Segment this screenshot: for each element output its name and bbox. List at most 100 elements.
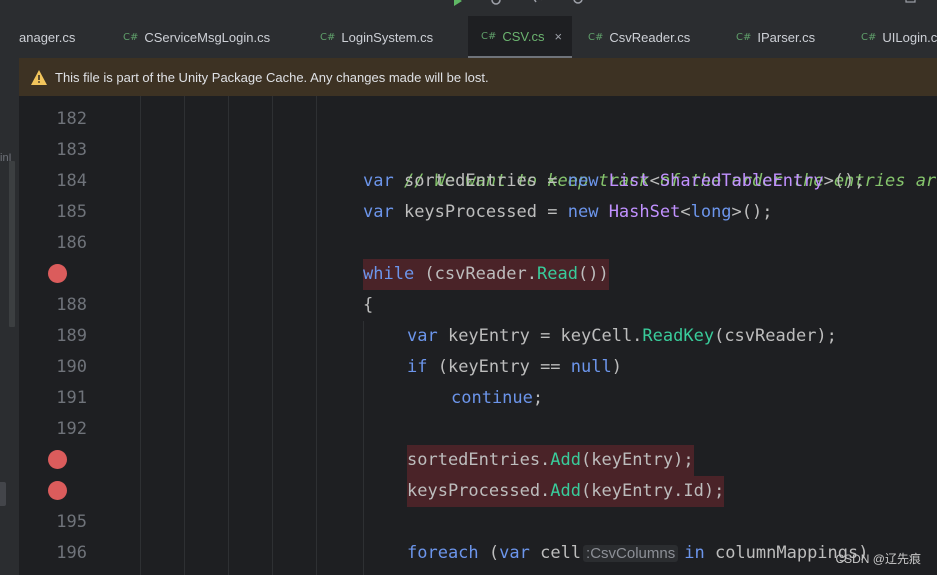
code-text: (csvReader. (414, 264, 538, 284)
line-number: 189 (56, 326, 87, 346)
warning-icon (31, 69, 47, 85)
code-line-190: if (keyEntry == null) (407, 352, 622, 383)
tab-label: UILogin.cs (882, 29, 937, 45)
csharp-file-icon: C# (861, 31, 877, 43)
code-keyword: var (363, 171, 394, 191)
code-editor[interactable]: 182 183 184 185 186 188 189 190 191 192 … (19, 96, 937, 575)
code-type: List (608, 171, 650, 191)
attach-icon[interactable] (530, 0, 542, 6)
code-text: (keyEntry.Id); (581, 481, 725, 501)
code-text: >(); (823, 171, 865, 191)
code-keyword: var (407, 326, 438, 346)
run-icon[interactable] (452, 0, 464, 6)
tab-cservicemsglogin[interactable]: C# CServiceMsgLogin.cs (123, 16, 270, 58)
code-line-189: var keyEntry = keyCell.ReadKey(csvReader… (407, 321, 837, 352)
code-text: { (363, 295, 374, 315)
code-keyword: while (363, 264, 415, 284)
code-text: < (680, 202, 691, 222)
code-line-184: var sortedEntries = new List<SharedTable… (363, 166, 865, 197)
code-method: Read (537, 264, 578, 284)
code-line-196: foreach (var cell:CsvColumns in columnMap… (407, 538, 868, 569)
code-text: ()) (577, 264, 609, 284)
csharp-file-icon: C# (736, 31, 752, 43)
indent-guide (228, 96, 229, 575)
code-text: sortedEntries = (393, 171, 568, 191)
tab-label: CsvReader.cs (609, 29, 691, 45)
tab-uilogin[interactable]: C# UILogin.cs (861, 16, 937, 58)
code-text: keysProcessed. (407, 481, 551, 501)
tab-label: CSV.cs (502, 28, 545, 44)
csharp-file-icon: C# (123, 31, 139, 43)
csharp-file-icon: C# (481, 30, 497, 42)
left-strip-handle[interactable] (0, 482, 6, 506)
line-number: 182 (56, 109, 87, 129)
code-text: ; (532, 388, 544, 408)
code-text: ) (611, 357, 622, 377)
tab-label: CServiceMsgLogin.cs (144, 29, 271, 45)
code-text: ( (478, 543, 500, 563)
code-keyword: continue (451, 388, 533, 408)
code-keyword: new (567, 202, 599, 222)
code-line-188: { (363, 290, 373, 321)
code-text: >(); (731, 202, 773, 222)
line-number: 191 (56, 388, 87, 408)
line-number: 185 (56, 202, 87, 222)
code-line-183: // We want to keep track of the order th… (363, 135, 937, 191)
indent-guide (140, 96, 141, 575)
line-gutter[interactable]: 182 183 184 185 186 188 189 190 191 192 … (19, 96, 111, 575)
breakpoint-icon[interactable] (48, 264, 67, 283)
line-number: 192 (56, 419, 87, 439)
stop-icon[interactable] (572, 0, 584, 6)
code-text: < (649, 171, 660, 191)
code-keyword: new (567, 171, 599, 191)
code-text: keysProcessed = (393, 202, 568, 222)
code-line-187-breakpoint: while (csvReader.Read()) (363, 259, 609, 290)
tab-label: IParser.cs (757, 29, 816, 45)
csharp-file-icon: C# (320, 31, 336, 43)
top-toolbar (0, 0, 937, 16)
breakpoint-icon[interactable] (48, 481, 67, 500)
line-number: 184 (56, 171, 87, 191)
tab-loginsystem[interactable]: C# LoginSystem.cs (320, 16, 433, 58)
code-text: (csvReader); (714, 326, 837, 346)
indent-guide (316, 96, 317, 575)
code-keyword: foreach (407, 543, 479, 563)
banner-text: This file is part of the Unity Package C… (55, 69, 489, 85)
code-method: ReadKey (642, 326, 715, 346)
editor-tabs: anager.cs C# CServiceMsgLogin.cs C# Logi… (19, 16, 937, 58)
code-keyword: var (499, 543, 530, 563)
code-keyword: if (407, 357, 428, 377)
tab-manager[interactable]: anager.cs (19, 16, 75, 58)
tab-csv[interactable]: C# CSV.cs × (468, 16, 573, 58)
code-line-185: var keysProcessed = new HashSet<long>(); (363, 197, 773, 228)
code-method: Add (550, 481, 582, 501)
code-keyword: in (684, 543, 705, 563)
code-keyword: long (690, 202, 732, 222)
code-method: Add (550, 450, 582, 470)
code-keyword: null (570, 357, 612, 377)
left-strip-scrollbar[interactable] (9, 161, 15, 327)
code-keyword: var (363, 202, 394, 222)
line-number: 196 (56, 543, 87, 563)
indent-guide (184, 96, 185, 575)
close-tab-icon[interactable]: × (555, 29, 563, 44)
debug-icon[interactable] (490, 0, 502, 6)
indent-guide (272, 96, 273, 575)
code-text: (keyEntry); (581, 450, 694, 470)
left-tool-strip: inI (0, 16, 20, 575)
tab-label: LoginSystem.cs (341, 29, 434, 45)
code-text: cell (529, 543, 582, 563)
window-icon[interactable] (905, 0, 917, 6)
tab-iparser[interactable]: C# IParser.cs (736, 16, 815, 58)
inlay-type-hint: :CsvColumns (583, 545, 679, 562)
tab-csvreader[interactable]: C# CsvReader.cs (588, 16, 690, 58)
code-type: HashSet (608, 202, 681, 222)
line-number: 188 (56, 295, 87, 315)
package-cache-warning-banner: This file is part of the Unity Package C… (19, 58, 937, 97)
watermark: CSDN @辽先痕 (835, 552, 921, 566)
code-line-193-breakpoint: sortedEntries.Add(keyEntry); (407, 445, 694, 476)
line-number: 186 (56, 233, 87, 253)
breakpoint-icon[interactable] (48, 450, 67, 469)
